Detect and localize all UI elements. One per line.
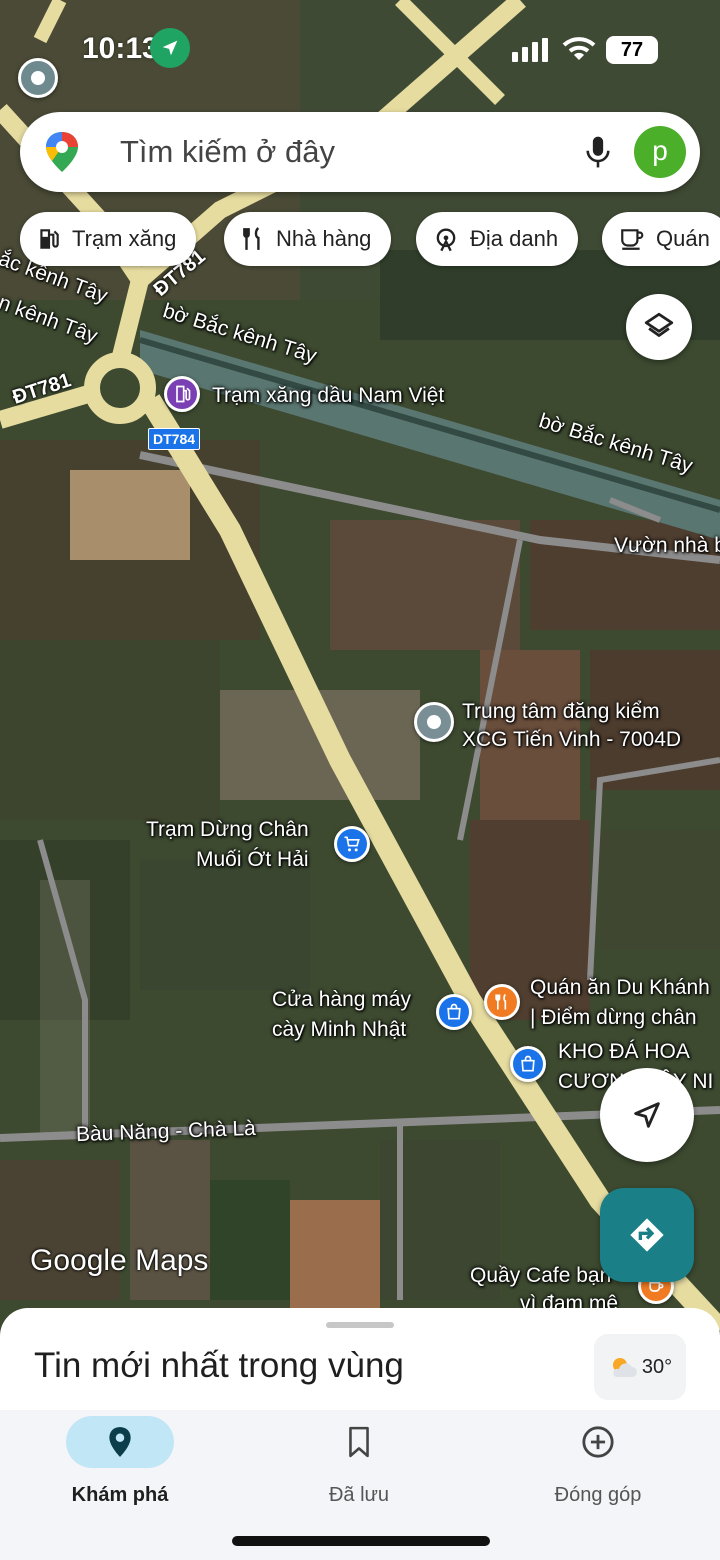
weather-temp: 30°	[641, 1355, 673, 1378]
landmark-icon	[436, 228, 456, 252]
gas-station-pin[interactable]	[164, 376, 200, 412]
inspection-center-pin[interactable]	[414, 702, 454, 742]
gas-pump-icon	[176, 385, 191, 403]
weather-chip[interactable]: 30°	[594, 1334, 686, 1400]
tab-contribute[interactable]: Đóng góp	[498, 1416, 698, 1507]
location-pin-icon	[109, 1427, 131, 1457]
google-maps-logo-icon	[46, 132, 78, 172]
place-label-inspection-2[interactable]: XCG Tiến Vinh - 7004D	[462, 726, 681, 754]
saved-tab-icon-wrap	[305, 1416, 413, 1468]
search-input[interactable]: Tìm kiếm ở đây	[120, 134, 335, 170]
shopping-pin[interactable]	[334, 826, 370, 862]
chip-restaurant[interactable]: Nhà hàng	[224, 212, 392, 266]
shopping-bag-icon	[447, 1003, 461, 1020]
shop-pin[interactable]	[436, 994, 472, 1030]
fork-knife-icon	[495, 993, 507, 1010]
chip-label: Trạm xăng	[72, 226, 177, 251]
google-maps-watermark: Google Maps	[30, 1244, 209, 1277]
shopping-bag-icon	[521, 1055, 535, 1072]
place-label-stop-2[interactable]: Muối Ớt Hải	[196, 846, 309, 874]
place-label-inspection-1[interactable]: Trung tâm đăng kiểm	[462, 698, 660, 726]
place-label-stop-1[interactable]: Trạm Dừng Chân	[146, 816, 309, 844]
bookmark-icon	[349, 1426, 369, 1458]
directions-icon	[630, 1218, 664, 1252]
microphone-icon[interactable]	[582, 134, 614, 170]
account-avatar[interactable]: p	[634, 126, 686, 178]
contribute-tab-icon-wrap	[544, 1416, 652, 1468]
tab-contribute-label: Đóng góp	[554, 1484, 642, 1506]
place-label-cafe-1[interactable]: Quầy Cafe bạn	[470, 1262, 611, 1290]
my-location-button[interactable]	[600, 1068, 694, 1162]
partly-cloudy-icon	[612, 1358, 637, 1377]
navigation-arrow-icon	[634, 1102, 660, 1128]
tab-explore[interactable]: Khám phá	[20, 1416, 220, 1507]
cart-icon	[344, 836, 360, 852]
restaurant-icon	[243, 227, 260, 250]
status-bar: 10:13 77	[0, 28, 720, 72]
location-arrow-icon	[150, 28, 190, 68]
sheet-drag-handle[interactable]	[326, 1322, 394, 1328]
tab-saved[interactable]: Đã lưu	[259, 1416, 459, 1507]
status-time: 10:13	[82, 32, 159, 65]
cellular-signal-icon	[512, 38, 548, 62]
battery-indicator: 77	[606, 36, 658, 64]
chip-coffee[interactable]: Quán	[602, 212, 720, 266]
tab-saved-label: Đã lưu	[328, 1484, 390, 1506]
place-label-stone-1[interactable]: KHO ĐÁ HOA	[558, 1038, 690, 1066]
layers-icon	[644, 312, 674, 337]
search-bar[interactable]: Tìm kiếm ở đây p	[20, 112, 700, 192]
route-shield-dt784: DT784	[148, 428, 201, 450]
map-layers-button[interactable]	[626, 294, 692, 360]
category-chips: Trạm xăng Nhà hàng Địa danh Quán	[20, 212, 720, 268]
stone-shop-pin[interactable]	[510, 1046, 546, 1082]
sheet-title: Tin mới nhất trong vùng	[34, 1346, 404, 1385]
coffee-icon	[621, 229, 644, 250]
chip-gas-station[interactable]: Trạm xăng	[20, 212, 197, 266]
bottom-sheet[interactable]: Tin mới nhất trong vùng 30°	[0, 1308, 720, 1412]
place-label-shop-2[interactable]: cày Minh Nhật	[272, 1016, 406, 1044]
chip-label: Nhà hàng	[276, 226, 372, 251]
explore-tab-icon-wrap	[66, 1416, 174, 1468]
add-circle-icon	[582, 1426, 614, 1458]
place-label-restaurant-1[interactable]: Quán ăn Du Khánh	[530, 974, 710, 1002]
place-label-restaurant-2[interactable]: | Điểm dừng chân	[530, 1004, 697, 1032]
chip-landmark[interactable]: Địa danh	[416, 212, 579, 266]
directions-button[interactable]	[600, 1188, 694, 1282]
home-indicator[interactable]	[232, 1536, 490, 1546]
place-label-shop-1[interactable]: Cửa hàng máy	[272, 986, 411, 1014]
wifi-icon	[562, 37, 596, 60]
restaurant-pin[interactable]	[484, 984, 520, 1020]
place-label-garden[interactable]: Vườn nhà b	[614, 532, 720, 560]
place-label-gas-station[interactable]: Trạm xăng dầu Nam Việt	[212, 382, 444, 410]
tab-explore-label: Khám phá	[71, 1484, 169, 1506]
chip-label: Quán	[656, 226, 710, 251]
chip-label: Địa danh	[470, 226, 559, 251]
gas-station-icon	[40, 229, 59, 249]
